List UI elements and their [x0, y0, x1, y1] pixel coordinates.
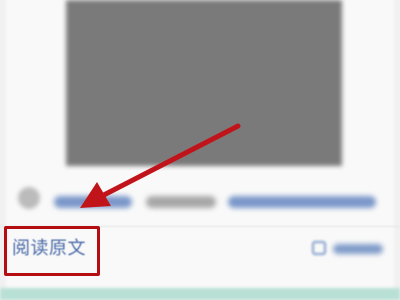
right-action-label[interactable]	[333, 244, 383, 254]
author-link[interactable]	[54, 196, 132, 208]
blurred-article-image	[66, 0, 342, 166]
bottom-bar	[0, 288, 400, 300]
meta-text	[146, 196, 216, 208]
source-link[interactable]	[228, 196, 376, 208]
read-original-link[interactable]: 阅读原文	[12, 237, 86, 261]
avatar[interactable]	[18, 187, 40, 209]
edit-icon[interactable]	[312, 241, 326, 255]
